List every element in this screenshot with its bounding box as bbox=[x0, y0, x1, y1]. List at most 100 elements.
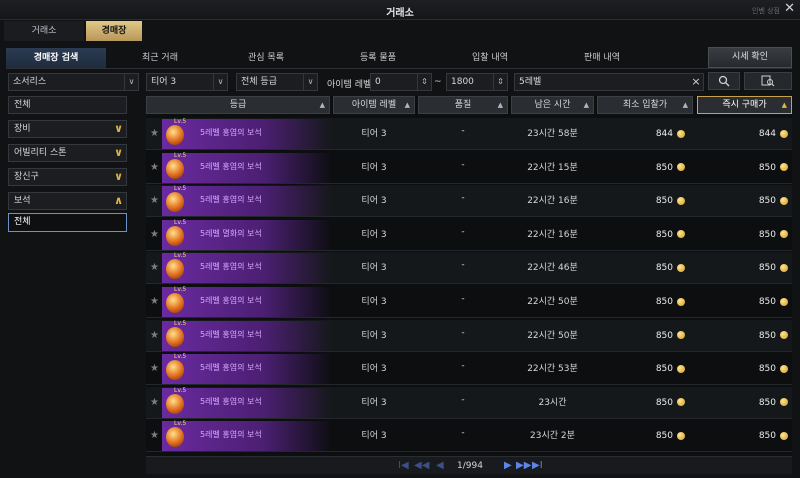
table-row[interactable]: ★ Lv.5 5레벨 멸화의 보석 티어 3 - 22시간 16분 850 850 bbox=[146, 219, 792, 251]
gem-icon bbox=[166, 158, 184, 179]
table-row[interactable]: ★ Lv.5 5레벨 홍염의 보석 티어 3 - 23시간 2분 850 850 bbox=[146, 420, 792, 453]
min-bid-value: 850 bbox=[655, 330, 673, 341]
buy-now-price[interactable]: 850 bbox=[697, 152, 788, 184]
table-row[interactable]: ★ Lv.5 5레벨 홍염의 보석 티어 3 - 22시간 16분 850 850 bbox=[146, 185, 792, 218]
buy-now-price[interactable]: 850 bbox=[697, 320, 788, 352]
category-equipment[interactable]: 장비 ∨ bbox=[8, 120, 127, 138]
min-bid-value: 850 bbox=[655, 364, 673, 375]
tab-auction[interactable]: 경매장 bbox=[86, 21, 142, 41]
tab-exchange[interactable]: 거래소 bbox=[4, 21, 84, 41]
level-min-input[interactable]: 0 ⇕ bbox=[370, 73, 432, 91]
class-select-value: 소서리스 bbox=[13, 77, 47, 87]
category-accessory[interactable]: 장신구 ∨ bbox=[8, 168, 127, 186]
buy-now-price[interactable]: 850 bbox=[697, 420, 788, 452]
tab-watchlist[interactable]: 관심 목록 bbox=[210, 48, 322, 68]
favorite-star-icon[interactable]: ★ bbox=[150, 195, 159, 206]
column-header-grade[interactable]: 등급 ▲ bbox=[146, 96, 330, 114]
favorite-star-icon[interactable]: ★ bbox=[150, 296, 159, 307]
gold-coin-icon bbox=[780, 230, 788, 239]
column-header-time-left[interactable]: 남은 시간 ▲ bbox=[511, 96, 594, 114]
search-input[interactable]: 5레벨 × bbox=[514, 73, 704, 91]
category-all[interactable]: 전체 bbox=[8, 96, 127, 114]
buy-now-value: 850 bbox=[758, 364, 776, 375]
favorite-star-icon[interactable]: ★ bbox=[150, 397, 159, 408]
column-header-quality[interactable]: 품질 ▲ bbox=[418, 96, 508, 114]
table-row[interactable]: ★ Lv.5 5레벨 홍염의 보석 티어 3 - 22시간 50분 850 850 bbox=[146, 286, 792, 318]
table-row[interactable]: ★ Lv.5 5레벨 홍염의 보석 티어 3 - 23시간 58분 844 844 bbox=[146, 118, 792, 150]
gold-coin-icon bbox=[780, 364, 788, 373]
min-bid: 850 bbox=[597, 185, 685, 217]
min-bid: 850 bbox=[597, 286, 685, 318]
tab-registered-items[interactable]: 등록 물품 bbox=[322, 48, 434, 68]
item-level-badge: Lv.5 bbox=[174, 420, 187, 428]
gold-coin-icon bbox=[780, 196, 788, 205]
item-level-badge: Lv.5 bbox=[174, 319, 187, 327]
gold-coin-icon bbox=[780, 129, 788, 138]
time-left: 23시간 58분 bbox=[527, 129, 578, 139]
buy-now-value: 850 bbox=[758, 263, 776, 274]
buy-now-price[interactable]: 850 bbox=[697, 387, 788, 419]
favorite-star-icon[interactable]: ★ bbox=[150, 262, 159, 273]
category-ability-stone[interactable]: 어빌리티 스톤 ∨ bbox=[8, 144, 127, 162]
column-title: 품질 bbox=[454, 100, 472, 110]
favorite-star-icon[interactable]: ★ bbox=[150, 128, 159, 139]
prev-ten-icon[interactable]: ◀◀ bbox=[414, 457, 429, 475]
prev-page-icon[interactable]: ◀ bbox=[436, 457, 444, 475]
buy-now-price[interactable]: 850 bbox=[697, 353, 788, 385]
column-header-item-level[interactable]: 아이템 레벨 ▲ bbox=[333, 96, 415, 114]
item-quality: - bbox=[461, 428, 465, 439]
close-icon[interactable]: ✕ bbox=[784, 1, 795, 16]
table-row[interactable]: ★ Lv.5 5레벨 홍염의 보석 티어 3 - 22시간 46분 850 850 bbox=[146, 252, 792, 285]
tier-select[interactable]: 티어 3 ∨ bbox=[146, 73, 228, 91]
table-row[interactable]: ★ Lv.5 5레벨 홍염의 보석 티어 3 - 22시간 53분 850 850 bbox=[146, 353, 792, 386]
tab-auction-search[interactable]: 경매장 검색 bbox=[6, 48, 106, 68]
tab-sales-history[interactable]: 판매 내역 bbox=[546, 48, 658, 68]
next-page-icon[interactable]: ▶ bbox=[504, 457, 512, 475]
item-level-label: 아이템 레벨 bbox=[327, 80, 372, 90]
gold-coin-icon bbox=[677, 263, 685, 272]
item-quality: - bbox=[461, 394, 465, 405]
last-page-icon[interactable]: ▶I bbox=[532, 457, 543, 475]
favorite-star-icon[interactable]: ★ bbox=[150, 162, 159, 173]
grade-select[interactable]: 전체 등급 ∨ bbox=[236, 73, 318, 91]
category-label: 어빌리티 스톤 bbox=[14, 148, 67, 158]
pagination: I◀ ◀◀ ◀ 1/994 ▶ ▶▶ ▶I bbox=[146, 456, 792, 474]
item-name: 5레벨 멸화의 보석 bbox=[200, 228, 262, 238]
tab-recent-trades[interactable]: 최근 거래 bbox=[110, 48, 210, 68]
buy-now-price[interactable]: 850 bbox=[697, 219, 788, 251]
table-row[interactable]: ★ Lv.5 5레벨 홍염의 보석 티어 3 - 22시간 50분 850 850 bbox=[146, 319, 792, 352]
gold-coin-icon bbox=[677, 297, 685, 306]
first-page-icon[interactable]: I◀ bbox=[398, 457, 409, 475]
search-button[interactable] bbox=[708, 72, 740, 90]
min-bid: 850 bbox=[597, 219, 685, 251]
buy-now-price[interactable]: 850 bbox=[697, 185, 788, 217]
column-header-min-bid[interactable]: 최소 입찰가 ▲ bbox=[597, 96, 693, 114]
favorite-star-icon[interactable]: ★ bbox=[150, 363, 159, 374]
tab-bid-history[interactable]: 입찰 내역 bbox=[434, 48, 546, 68]
table-row[interactable]: ★ Lv.5 5레벨 홍염의 보석 티어 3 - 22시간 15분 850 850 bbox=[146, 152, 792, 184]
table-row[interactable]: ★ Lv.5 5레벨 홍염의 보석 티어 3 - 23시간 850 850 bbox=[146, 386, 792, 419]
subcategory-all[interactable]: 전체 bbox=[8, 213, 127, 232]
category-gem[interactable]: 보석 ∧ bbox=[8, 192, 127, 210]
page-indicator: 1/994 bbox=[457, 461, 483, 471]
detail-search-button[interactable] bbox=[744, 72, 792, 90]
item-quality: - bbox=[461, 193, 465, 204]
class-select[interactable]: 소서리스 ∨ bbox=[8, 73, 139, 91]
market-price-button[interactable]: 시세 확인 bbox=[708, 47, 792, 68]
level-max-input[interactable]: 1800 ⇕ bbox=[446, 73, 508, 91]
favorite-star-icon[interactable]: ★ bbox=[150, 430, 159, 441]
clear-icon[interactable]: × bbox=[689, 74, 703, 90]
favorite-star-icon[interactable]: ★ bbox=[150, 330, 159, 341]
column-header-buy-now[interactable]: 즉시 구매가 ▲ bbox=[697, 96, 792, 114]
buy-now-price[interactable]: 844 bbox=[697, 118, 788, 150]
buy-now-price[interactable]: 850 bbox=[697, 286, 788, 318]
favorite-star-icon[interactable]: ★ bbox=[150, 229, 159, 240]
time-left: 23시간 2분 bbox=[530, 431, 575, 442]
item-quality: - bbox=[461, 159, 465, 170]
stepper-icon[interactable]: ⇕ bbox=[493, 74, 507, 90]
shop-link[interactable]: 인벤 상점 bbox=[752, 6, 780, 16]
next-ten-icon[interactable]: ▶▶ bbox=[516, 457, 531, 475]
stepper-icon[interactable]: ⇕ bbox=[417, 74, 431, 90]
item-cell: Lv.5 5레벨 홍염의 보석 bbox=[162, 420, 332, 452]
buy-now-price[interactable]: 850 bbox=[697, 252, 788, 284]
